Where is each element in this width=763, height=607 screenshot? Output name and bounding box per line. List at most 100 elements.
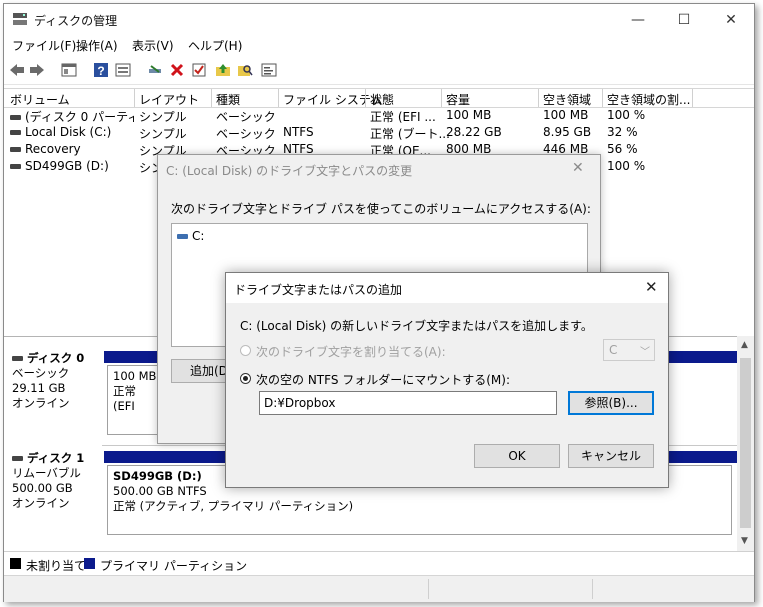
status-cell: 正常 (EFI ... (370, 110, 436, 124)
status-divider (428, 579, 429, 599)
partition-size: 100 MB (113, 369, 157, 383)
chevron-down-icon: ﹀ (640, 347, 650, 358)
column-header-type[interactable]: 種類 (216, 91, 240, 108)
filesystem-cell: NTFS (283, 125, 314, 139)
list-item[interactable]: C: (177, 229, 204, 243)
free-percent-cell: 100 % (607, 159, 646, 173)
back-arrow-icon[interactable] (8, 61, 26, 79)
disk-1-info[interactable]: ディスク 1 リムーバブル 500.00 GB オンライン (12, 451, 102, 511)
unallocated-swatch (10, 558, 21, 569)
column-divider[interactable] (692, 89, 693, 107)
graphical-view-scrollbar[interactable]: ▲ ▼ (737, 336, 754, 551)
drive-icon (10, 115, 21, 120)
disk-1-type: リムーバブル (12, 466, 81, 480)
close-icon[interactable]: ✕ (572, 160, 584, 176)
column-header-free-percent[interactable]: 空き領域の割... (607, 91, 690, 108)
drive-icon (10, 130, 21, 135)
free-space-cell: 8.95 GB (543, 125, 592, 139)
dialog-description: C: (Local Disk) の新しいドライブ文字またはパスを追加します。 (240, 319, 593, 333)
list-item-label: C: (192, 229, 205, 243)
disk-0-info[interactable]: ディスク 0 ベーシック 29.11 GB オンライン (12, 351, 102, 411)
maximize-button[interactable]: ☐ (669, 8, 699, 32)
ok-button[interactable]: OK (474, 444, 560, 468)
folder-path-input[interactable]: D:¥Dropbox (259, 391, 557, 415)
menu-help[interactable]: ヘルプ(H) (188, 37, 242, 54)
menu-action[interactable]: 操作(A) (76, 37, 118, 54)
import-folder-icon[interactable] (214, 61, 232, 79)
properties-icon[interactable] (114, 61, 132, 79)
free-space-cell: 100 MB (543, 108, 589, 122)
help-icon[interactable]: ? (92, 61, 110, 79)
type-cell: ベーシック (216, 110, 276, 124)
column-header-status[interactable]: 状態 (370, 91, 394, 108)
column-divider[interactable] (602, 89, 603, 107)
column-header-free-space[interactable]: 空き領域 (543, 91, 591, 108)
column-divider[interactable] (278, 89, 279, 107)
delete-icon[interactable] (168, 61, 186, 79)
disk-1-size: 500.00 GB (12, 481, 73, 495)
menu-view[interactable]: 表示(V) (132, 37, 174, 54)
volume-list-header: ボリューム レイアウト 種類 ファイル システム 状態 容量 空き領域 空き領域… (4, 88, 754, 108)
menu-file[interactable]: ファイル(F) (12, 37, 76, 54)
add-drive-letter-dialog: ドライブ文字またはパスの追加 ✕ C: (Local Disk) の新しいドライ… (225, 272, 669, 488)
svg-text:?: ? (97, 64, 104, 78)
console-tree-icon[interactable] (60, 61, 78, 79)
drive-letter-value: C (609, 343, 618, 357)
column-divider[interactable] (538, 89, 539, 107)
column-divider[interactable] (134, 89, 135, 107)
disk-1-status: オンライン (12, 496, 70, 510)
toolbar: ? (4, 56, 754, 85)
column-divider[interactable] (211, 89, 212, 107)
add-button[interactable]: 追加(D (171, 359, 229, 383)
search-folder-icon[interactable] (236, 61, 254, 79)
drive-icon (10, 164, 21, 169)
table-row[interactable]: Local Disk (C:) シンプル ベーシック NTFS 正常 (ブート.… (4, 124, 754, 141)
primary-partition-swatch (84, 558, 95, 569)
disk-1-name: ディスク 1 (27, 451, 85, 465)
cancel-button[interactable]: キャンセル (568, 444, 654, 468)
disk-0-status: オンライン (12, 396, 70, 410)
partition-status: 正常 (アクティブ, プライマリ パーティション) (113, 499, 354, 513)
column-header-capacity[interactable]: 容量 (446, 91, 470, 108)
mount-folder-label: 次の空の NTFS フォルダーにマウントする(M): (256, 373, 511, 387)
console-window-icon[interactable] (260, 61, 278, 79)
checklist-icon[interactable] (190, 61, 208, 79)
column-header-layout[interactable]: レイアウト (139, 91, 199, 108)
disk-0-size: 29.11 GB (12, 381, 66, 395)
column-divider[interactable] (441, 89, 442, 107)
status-divider (592, 579, 593, 599)
column-header-filesystem[interactable]: ファイル システム (283, 91, 382, 108)
title-bar[interactable]: ディスクの管理 — ☐ ✕ (4, 4, 754, 34)
browse-button[interactable]: 参照(B)... (568, 391, 654, 415)
volume-name: Recovery (25, 142, 81, 156)
volume-name: Local Disk (C:) (25, 125, 112, 139)
scrollbar-thumb[interactable] (740, 358, 751, 528)
volume-cell: Recovery (10, 142, 134, 156)
table-row[interactable]: (ディスク 0 パーティシ... シンプル ベーシック 正常 (EFI ... … (4, 107, 754, 124)
column-header-volume[interactable]: ボリューム (10, 91, 70, 108)
column-divider[interactable] (365, 89, 366, 107)
disk-icon (12, 456, 23, 461)
status-cell: 正常 (ブート... (370, 127, 450, 141)
window-title: ディスクの管理 (34, 14, 118, 28)
forward-arrow-icon[interactable] (28, 61, 46, 79)
assign-letter-label: 次のドライブ文字を割り当てる(A): (256, 345, 446, 359)
close-button[interactable]: ✕ (716, 8, 746, 32)
partition-status: 正常 (EFI (113, 384, 136, 413)
drive-letter-select[interactable]: C ﹀ (603, 339, 655, 361)
volume-name: SD499GB (D:) (25, 159, 109, 173)
assign-letter-radio[interactable] (240, 345, 251, 356)
close-icon[interactable]: ✕ (645, 278, 658, 296)
volume-cell: (ディスク 0 パーティシ... (10, 108, 134, 125)
capacity-cell: 28.22 GB (446, 125, 502, 139)
scroll-up-icon[interactable]: ▲ (741, 340, 748, 350)
volume-name: (ディスク 0 パーティシ... (25, 110, 134, 124)
minimize-button[interactable]: — (623, 8, 653, 32)
disk-0-name: ディスク 0 (27, 351, 85, 365)
mount-folder-radio[interactable] (240, 373, 251, 384)
disk-management-app-icon (13, 13, 27, 25)
connect-drive-icon[interactable] (146, 61, 164, 79)
dialog-title-bar[interactable]: ドライブ文字またはパスの追加 ✕ (226, 273, 668, 303)
type-cell: ベーシック (216, 127, 276, 141)
scroll-down-icon[interactable]: ▼ (741, 536, 748, 546)
